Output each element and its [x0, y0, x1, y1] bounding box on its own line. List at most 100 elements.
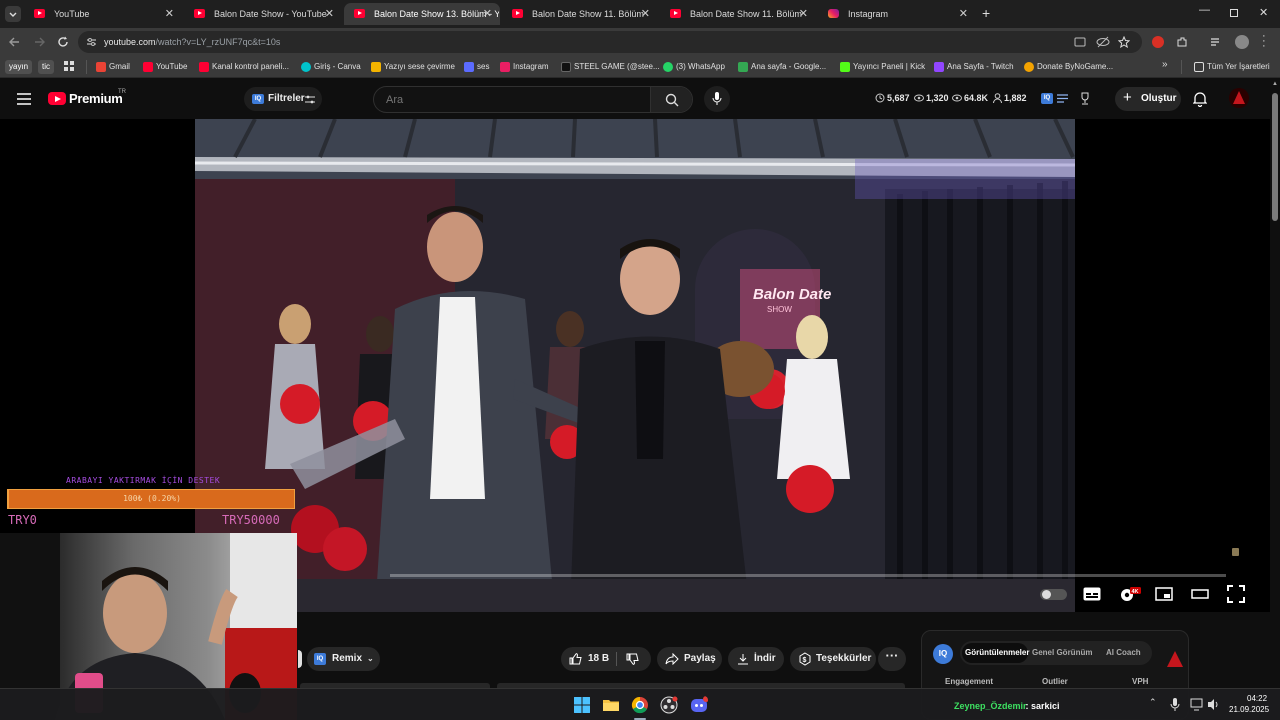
browser-menu-icon[interactable]: · · · — [1262, 31, 1266, 52]
reload-icon[interactable] — [56, 35, 70, 49]
browser-tab[interactable]: Balon Date Show 11. Bölüm - Y ✕ — [660, 3, 816, 25]
site-info-icon[interactable] — [86, 37, 97, 47]
browser-tab[interactable]: Balon Date Show 11. Bölüm Da ✕ — [502, 3, 658, 25]
bookmark-kick[interactable]: Yayıncı Paneli | Kick — [840, 60, 925, 74]
clock-date[interactable]: 21.09.2025 — [1229, 705, 1269, 714]
apps-grid-icon[interactable] — [64, 61, 75, 72]
miniplayer-icon[interactable] — [1155, 587, 1173, 601]
more-actions-button[interactable]: ··· — [878, 647, 906, 671]
remix-button[interactable]: IQ Remix ⌄ — [307, 647, 380, 671]
bookmark-label: (3) WhatsApp — [676, 62, 725, 71]
microphone-icon[interactable] — [1170, 698, 1180, 712]
bookmark-youtube[interactable]: YouTube — [143, 60, 187, 74]
extension-icon[interactable] — [1152, 36, 1164, 48]
close-window-button[interactable]: ✕ — [1259, 6, 1268, 19]
windows-start-icon[interactable] — [573, 696, 591, 714]
bookmark-instagram[interactable]: Instagram — [500, 60, 549, 74]
clock-time[interactable]: 04:22 — [1247, 694, 1267, 703]
bookmark-label: Yazıyı sese çevirme — [384, 62, 455, 71]
trophy-icon[interactable] — [1079, 92, 1091, 105]
list-icon[interactable] — [1057, 93, 1068, 104]
share-button[interactable]: Paylaş — [657, 647, 722, 671]
bookmark-tiktok[interactable]: STEEL GAME (@stee... — [561, 60, 660, 74]
network-icon[interactable] — [1190, 698, 1203, 711]
close-icon[interactable]: ✕ — [165, 7, 174, 20]
minimize-button[interactable]: — — [1199, 4, 1210, 16]
bookmark-chip[interactable]: yayın — [5, 60, 33, 74]
address-bar[interactable]: youtube.com/watch?v=LY_rzUNF7qc&t=10s — [78, 31, 1142, 53]
search-button[interactable] — [650, 87, 692, 112]
fullscreen-icon[interactable] — [1227, 585, 1245, 603]
browser-tab[interactable]: Instagram ✕ — [818, 3, 976, 25]
bookmarks-bar: yayın tic Gmail YouTube Kanal kontrol pa… — [0, 56, 1280, 78]
hamburger-menu-icon[interactable] — [17, 93, 31, 105]
bookmark-chip[interactable]: tic — [38, 60, 54, 74]
bookmark-canva[interactable]: Giriş - Canva — [301, 60, 361, 74]
file-explorer-icon[interactable] — [602, 696, 620, 714]
channel-logo-icon[interactable] — [1166, 650, 1184, 668]
theater-mode-icon[interactable] — [1191, 589, 1209, 599]
bell-icon[interactable] — [1193, 91, 1207, 107]
close-icon[interactable]: ✕ — [325, 7, 334, 20]
filters-button[interactable]: IQ Filtreler — [244, 87, 322, 111]
bookmark-google[interactable]: Ana sayfa - Google... — [738, 60, 826, 74]
close-icon[interactable]: ✕ — [641, 7, 650, 20]
bookmark-label: YouTube — [156, 62, 188, 71]
bookmark-whatsapp[interactable]: (3) WhatsApp — [663, 60, 725, 74]
all-bookmarks[interactable]: Tüm Yer İşaretleri — [1194, 60, 1270, 74]
bookmark-label: Instagram — [513, 62, 549, 71]
profile-avatar[interactable] — [1235, 35, 1249, 49]
new-tab-button[interactable]: + — [982, 5, 990, 21]
settings-gear-icon[interactable]: 4K — [1119, 586, 1141, 604]
media-icon[interactable] — [1210, 36, 1222, 48]
tray-expand-icon[interactable]: ⌃ — [1149, 697, 1157, 708]
star-icon[interactable] — [1118, 36, 1130, 48]
back-icon[interactable] — [8, 35, 22, 49]
channel-avatar[interactable] — [1229, 88, 1249, 108]
tab-views[interactable]: Görüntülenmeler — [965, 648, 1029, 657]
download-button[interactable]: İndir — [728, 647, 784, 671]
scrollbar-thumb[interactable] — [1272, 93, 1278, 221]
bookmark-tts[interactable]: Yazıyı sese çevirme — [371, 60, 455, 74]
search-input[interactable] — [374, 87, 652, 112]
subtitles-icon[interactable] — [1083, 587, 1101, 601]
browser-tab[interactable]: YouTube ✕ — [24, 3, 182, 25]
eye-off-icon[interactable] — [1096, 36, 1110, 48]
autoplay-toggle[interactable] — [1040, 589, 1067, 600]
close-icon[interactable]: ✕ — [483, 7, 492, 20]
create-button[interactable]: + Oluştur — [1115, 87, 1181, 111]
more-horizontal-icon: ··· — [885, 648, 899, 663]
close-icon[interactable]: ✕ — [799, 7, 808, 20]
bookmark-ses[interactable]: ses — [464, 60, 489, 74]
forward-icon[interactable] — [32, 35, 46, 49]
thanks-button[interactable]: $ Teşekkürler — [790, 647, 876, 671]
browser-tab[interactable]: Balon Date Show - YouTube ✕ — [184, 3, 342, 25]
obs-icon[interactable] — [660, 696, 678, 714]
volume-icon[interactable] — [1207, 698, 1220, 711]
page-scrollbar[interactable]: ▲ — [1270, 79, 1280, 688]
video-frame[interactable]: Balon Date SHOW — [195, 119, 1075, 612]
chrome-icon[interactable] — [631, 696, 649, 714]
discord-icon[interactable] — [690, 696, 708, 714]
close-icon[interactable]: ✕ — [959, 7, 968, 20]
maximize-button[interactable] — [1230, 9, 1238, 17]
tab-ai-coach[interactable]: AI Coach — [1106, 648, 1141, 657]
bookmark-gmail[interactable]: Gmail — [96, 60, 130, 74]
bookmark-donate[interactable]: Donate ByNoGame... — [1024, 60, 1113, 74]
voice-search-button[interactable] — [704, 86, 730, 112]
thumbs-down-icon[interactable] — [626, 653, 639, 665]
more-bookmarks-icon[interactable]: » — [1162, 59, 1168, 70]
bookmark-studio[interactable]: Kanal kontrol paneli... — [199, 60, 289, 74]
iq-icon[interactable]: IQ — [1041, 93, 1053, 104]
youtube-logo-icon[interactable] — [48, 92, 66, 105]
browser-tab-active[interactable]: Balon Date Show 13. Bölüm - Y ✕ — [344, 3, 500, 25]
scroll-up-icon[interactable]: ▲ — [1272, 81, 1278, 87]
bookmark-twitch[interactable]: Ana Sayfa - Twitch — [934, 60, 1014, 74]
tab-overview[interactable]: Genel Görünüm — [1032, 648, 1092, 657]
video-progress-bar[interactable] — [390, 574, 1226, 577]
puzzle-icon[interactable] — [1176, 36, 1188, 48]
youtube-premium-logo[interactable]: Premium — [69, 91, 123, 106]
sign-subtext: SHOW — [767, 305, 792, 314]
cast-icon[interactable] — [1074, 37, 1086, 47]
tab-search-button[interactable] — [5, 6, 21, 22]
